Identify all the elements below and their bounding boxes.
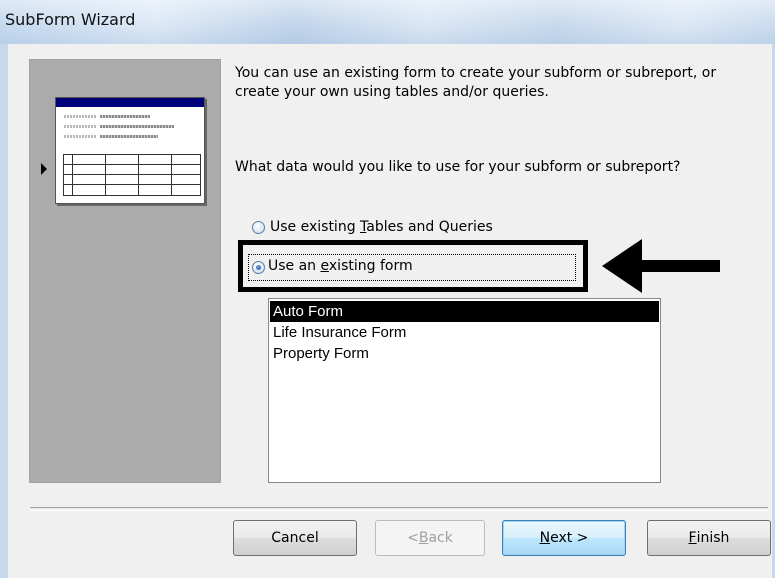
list-item[interactable]: Life Insurance Form [270, 322, 659, 343]
existing-forms-listbox[interactable]: Auto Form Life Insurance Form Property F… [268, 298, 661, 483]
list-item[interactable]: Property Form [270, 343, 659, 364]
annotation-highlight-box [238, 240, 588, 292]
next-button-label: ext > [550, 530, 589, 546]
cancel-button-label: Cancel [271, 530, 319, 546]
finish-button-label: inish [696, 530, 730, 546]
preview-label-line [64, 115, 96, 118]
finish-button-accelerator: F [688, 530, 697, 546]
option-tables-queries-label[interactable]: Use existing Tables and Queries [270, 218, 493, 237]
question-text: What data would you like to use for your… [235, 159, 681, 175]
cancel-button[interactable]: Cancel [233, 520, 357, 556]
back-button-label: ack [428, 530, 453, 546]
preview-label-line [64, 135, 96, 138]
button-separator [30, 507, 768, 511]
list-item[interactable]: Auto Form [270, 301, 659, 322]
preview-label-line [64, 125, 96, 128]
subform-wizard-window: SubForm Wizard You can use an existing f… [0, 0, 775, 578]
window-left-border [0, 44, 8, 578]
finish-button[interactable]: Finish [647, 520, 771, 556]
preview-field-line [100, 135, 158, 138]
preview-pointer-icon [41, 163, 47, 175]
preview-field-line [100, 125, 174, 128]
intro-text-line-2: create your own using tables and/or quer… [235, 84, 549, 100]
radio-tables-queries[interactable] [252, 221, 265, 234]
title-bar[interactable]: SubForm Wizard [0, 0, 775, 44]
next-button[interactable]: Next > [502, 520, 626, 556]
annotation-arrow-icon [602, 239, 720, 293]
back-button-accelerator: B [418, 530, 429, 546]
option-label-text: Use existing [270, 219, 361, 235]
back-button[interactable]: < Back [375, 520, 485, 556]
option-label-text: ables and Queries [366, 219, 493, 235]
back-button-label: < [407, 530, 419, 546]
preview-field-line [100, 115, 150, 118]
subform-preview-icon [55, 97, 205, 204]
next-button-accelerator: N [539, 530, 551, 546]
preview-datasheet-grid [63, 154, 201, 196]
window-title: SubForm Wizard [5, 10, 136, 29]
intro-text-line-1: You can use an existing form to create y… [235, 65, 717, 81]
preview-title-bar [56, 98, 204, 107]
